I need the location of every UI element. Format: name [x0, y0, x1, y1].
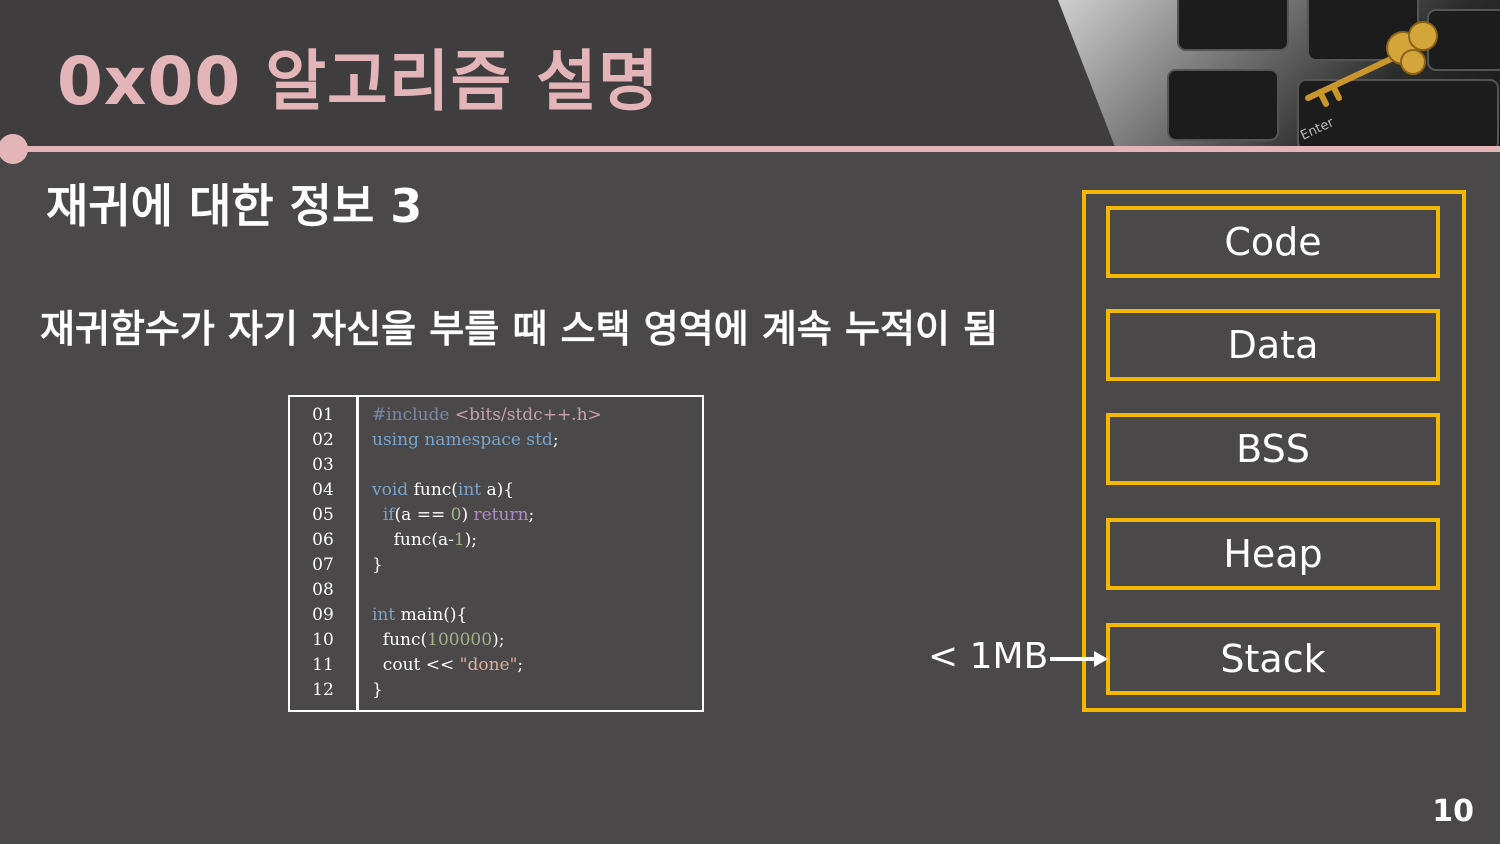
code-line: if(a == 0) return; — [382, 505, 535, 525]
line-number: 10 — [312, 630, 334, 650]
description-text: 재귀함수가 자기 자신을 부를 때 스택 영역에 계속 누적이 됨 — [40, 307, 999, 351]
line-number: 03 — [312, 455, 334, 475]
code-line: int main(){ — [372, 605, 468, 625]
line-number-gutter: 01 02 03 04 05 06 07 08 09 10 11 12 — [290, 397, 359, 710]
line-number: 01 — [312, 405, 334, 425]
code-line: void func(int a){ — [372, 480, 515, 500]
line-number: 08 — [312, 580, 334, 600]
code-line: cout << "done"; — [372, 655, 524, 675]
page-number: 10 — [1432, 794, 1474, 829]
page-title: 0x00 알고리즘 설명 — [57, 43, 660, 120]
stack-size-label: < 1MB — [928, 636, 1049, 677]
arrow-right-icon — [1050, 651, 1108, 667]
code-line: using namespace std; — [372, 430, 559, 450]
code-line: } — [372, 680, 383, 700]
line-number: 12 — [312, 680, 334, 700]
code-line: func(a-1); — [372, 530, 478, 550]
code-line: #include <bits/stdc++.h> — [372, 405, 602, 425]
line-number: 09 — [312, 605, 334, 625]
line-number: 06 — [312, 530, 334, 550]
divider-dot — [0, 134, 28, 164]
line-number: 07 — [312, 555, 334, 575]
memory-segment-stack: Stack — [1106, 623, 1440, 695]
line-number: 04 — [312, 480, 334, 500]
memory-segment-code: Code — [1106, 206, 1440, 278]
line-number: 05 — [312, 505, 334, 525]
section-title: 재귀에 대한 정보 3 — [46, 179, 423, 233]
title-divider — [0, 146, 1500, 152]
memory-segment-data: Data — [1106, 309, 1440, 381]
line-number: 11 — [312, 655, 334, 675]
code-line: } — [372, 555, 383, 575]
code-block: 01 02 03 04 05 06 07 08 09 10 11 12 #inc… — [288, 395, 704, 712]
line-number: 02 — [312, 430, 334, 450]
memory-segment-bss: BSS — [1106, 413, 1440, 485]
memory-segment-heap: Heap — [1106, 518, 1440, 590]
code-line: func(100000); — [372, 630, 505, 650]
key-on-keyboard-image: Enter — [1058, 0, 1500, 148]
